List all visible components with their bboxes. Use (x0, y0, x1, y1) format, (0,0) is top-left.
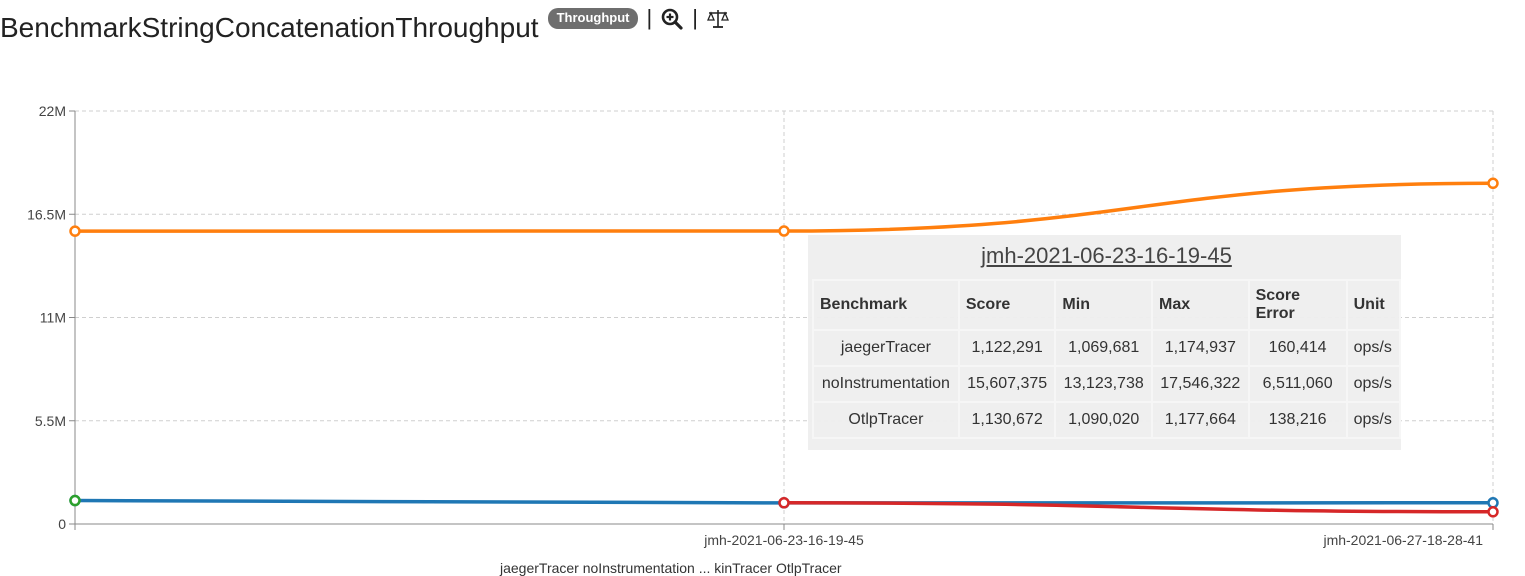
cell-score: 1,130,672 (957, 401, 1057, 439)
cell-min: 1,069,681 (1054, 329, 1153, 367)
cell-score: 1,122,291 (957, 329, 1057, 367)
cell-score: 15,607,375 (957, 365, 1057, 403)
data-point (1487, 506, 1499, 518)
tooltip-title[interactable]: jmh-2021-06-23-16-19-45 (812, 243, 1401, 269)
x-tick-label: jmh-2021-06-23-16-19-45 (703, 532, 864, 548)
data-point (1487, 497, 1499, 509)
col-score-error: Score Error (1247, 279, 1348, 331)
data-point (1487, 177, 1499, 190)
col-unit: Unit (1345, 279, 1402, 331)
cell-score-error: 160,414 (1247, 329, 1348, 367)
table-row: noInstrumentation 15,607,375 13,123,738 … (812, 365, 1402, 403)
table-row: jaegerTracer 1,122,291 1,069,681 1,174,9… (812, 329, 1402, 367)
cell-unit: ops/s (1345, 365, 1402, 403)
tooltip-table: Benchmark Score Min Max Score Error Unit… (812, 279, 1402, 439)
cell-score-error: 6,511,060 (1247, 365, 1348, 403)
data-point (778, 497, 790, 509)
data-point (69, 225, 81, 237)
cell-max: 1,174,937 (1151, 329, 1250, 367)
hover-tooltip: jmh-2021-06-23-16-19-45 Benchmark Score … (808, 235, 1402, 450)
data-point (778, 225, 790, 237)
cell-benchmark: jaegerTracer (812, 329, 960, 367)
col-max: Max (1151, 279, 1250, 331)
cell-unit: ops/s (1345, 401, 1402, 439)
cell-max: 17,546,322 (1151, 365, 1250, 403)
col-min: Min (1054, 279, 1153, 331)
data-point (69, 494, 81, 507)
y-tick-label: 22M (39, 103, 66, 119)
table-header-row: Benchmark Score Min Max Score Error Unit (812, 279, 1402, 331)
table-row: OtlpTracer 1,130,672 1,090,020 1,177,664… (812, 401, 1402, 439)
col-benchmark: Benchmark (812, 279, 960, 331)
col-score: Score (957, 279, 1057, 331)
chart-legend[interactable]: jaegerTracer noInstrumentation ... kinTr… (500, 560, 842, 576)
cell-score-error: 138,216 (1247, 401, 1348, 439)
y-tick-label: 16.5M (27, 206, 66, 222)
cell-max: 1,177,664 (1151, 401, 1250, 439)
y-tick-label: 0 (58, 516, 66, 532)
y-tick-label: 5.5M (35, 413, 66, 429)
x-tick-label: jmh-2021-06-27-18-28-41 (1322, 532, 1483, 548)
cell-min: 13,123,738 (1054, 365, 1153, 403)
cell-benchmark: OtlpTracer (812, 401, 960, 439)
cell-min: 1,090,020 (1054, 401, 1153, 439)
cell-benchmark: noInstrumentation (812, 365, 960, 403)
y-tick-label: 11M (40, 310, 66, 326)
cell-unit: ops/s (1345, 329, 1402, 367)
